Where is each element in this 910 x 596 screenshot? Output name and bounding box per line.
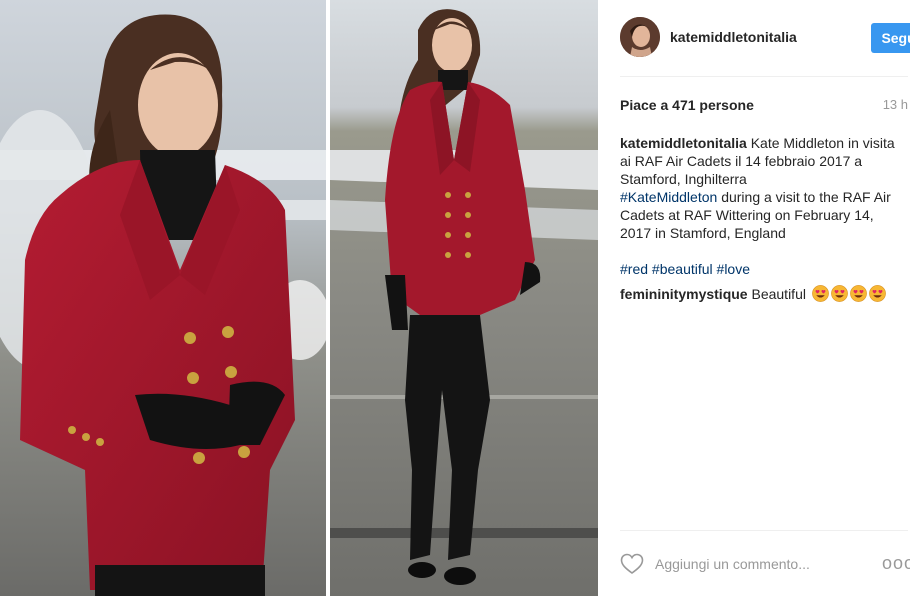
- likes-count[interactable]: Piace a 471 persone: [620, 97, 754, 113]
- caption-author[interactable]: katemiddletonitalia: [620, 135, 747, 151]
- photo-right: [330, 0, 598, 596]
- photo-left: [0, 0, 326, 596]
- ellipsis-icon[interactable]: ooo: [882, 552, 910, 574]
- comment-item: femininitymystique Beautiful: [620, 285, 908, 303]
- post-timestamp[interactable]: 13 h: [883, 97, 908, 112]
- follow-button[interactable]: Segui: [871, 23, 910, 53]
- post-image[interactable]: [0, 0, 598, 596]
- avatar[interactable]: [620, 17, 660, 57]
- heart-eyes-emoji: [812, 285, 829, 302]
- heart-outline-icon[interactable]: [620, 553, 644, 575]
- caption-hashtag-link[interactable]: #KateMiddleton: [620, 189, 717, 205]
- divider: [620, 530, 908, 531]
- heart-eyes-emoji: [869, 285, 886, 302]
- hashtag-list: #red #beautiful #love: [620, 260, 750, 278]
- post-header: katemiddletonitalia Segui: [620, 15, 910, 59]
- instagram-post: katemiddletonitalia Segui Piace a 471 pe…: [0, 0, 910, 596]
- username-link[interactable]: katemiddletonitalia: [670, 29, 797, 45]
- hashtag-link[interactable]: #red: [620, 261, 648, 277]
- heart-eyes-emoji: [831, 285, 848, 302]
- comment-text: Beautiful: [751, 286, 806, 302]
- divider: [620, 76, 908, 77]
- comment-emojis: [810, 285, 886, 302]
- comment-author[interactable]: femininitymystique: [620, 286, 748, 302]
- post-side-panel: katemiddletonitalia Segui Piace a 471 pe…: [598, 0, 910, 596]
- heart-eyes-emoji: [850, 285, 867, 302]
- hashtag-link[interactable]: #beautiful: [652, 261, 713, 277]
- post-caption: katemiddletonitalia Kate Middleton in vi…: [620, 134, 908, 242]
- add-comment-input[interactable]: [655, 552, 875, 576]
- hashtag-link[interactable]: #love: [717, 261, 750, 277]
